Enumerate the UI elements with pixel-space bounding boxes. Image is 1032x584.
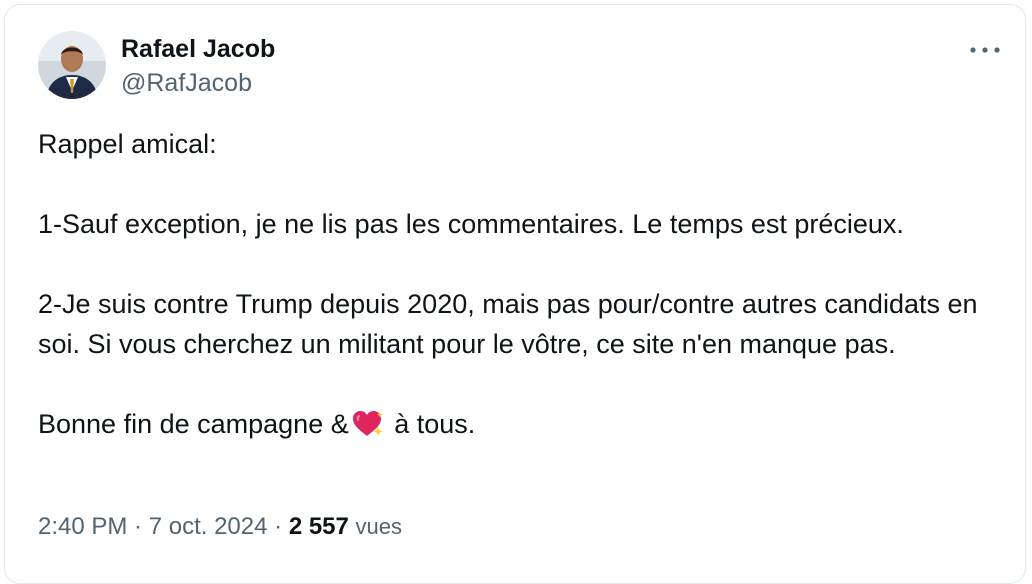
tweet-line-4-before: Bonne fin de campagne &: [38, 409, 349, 439]
tweet-line-4-after: à tous.: [386, 409, 476, 439]
more-options-icon[interactable]: [965, 35, 1005, 65]
tweet-metadata: 2:40 PM · 7 oct. 2024 · 2 557 vues: [38, 510, 402, 544]
avatar[interactable]: [38, 31, 106, 99]
author-name[interactable]: Rafael Jacob: [121, 33, 275, 65]
tweet-line-2: 1-Sauf exception, je ne lis pas les comm…: [38, 209, 904, 239]
tweet-date[interactable]: 7 oct. 2024: [149, 513, 268, 540]
tweet-time[interactable]: 2:40 PM: [38, 513, 127, 540]
views-count: 2 557: [288, 513, 349, 540]
tweet-line-4: Bonne fin de campagne & à tous.: [38, 404, 998, 444]
meta-separator: ·: [127, 513, 149, 540]
sparkling-heart-icon: [351, 409, 385, 439]
tweet-line-3: 2-Je suis contre Trump depuis 2020, mais…: [38, 289, 978, 359]
author-handle[interactable]: @RafJacob: [121, 67, 252, 99]
tweet-text: Rappel amical: 1-Sauf exception, je ne l…: [38, 124, 998, 444]
tweet-line-1: Rappel amical:: [38, 129, 217, 159]
views-label: vues: [355, 514, 403, 539]
tweet-card: Rafael Jacob @RafJacob Rappel amical: 1-…: [4, 4, 1026, 584]
meta-separator: ·: [267, 513, 289, 540]
